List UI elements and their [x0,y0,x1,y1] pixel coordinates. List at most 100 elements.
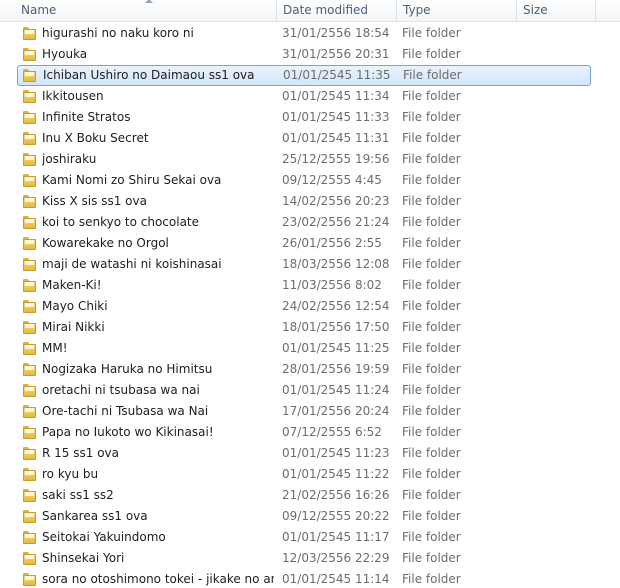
file-row[interactable]: Ichiban Ushiro no Daimaou ss1 ova 01/01/2… [17,65,591,86]
file-date-modified: 12/03/2556 22:29 [282,551,390,565]
folder-icon [23,132,37,145]
file-type: File folder [402,425,461,439]
file-row[interactable]: Inu X Boku Secret 01/01/2545 11:31 File fo… [17,128,591,149]
file-name: Ichiban Ushiro no Daimaou ss1 ova [43,68,255,82]
folder-icon [23,279,37,292]
folder-icon [23,90,37,103]
file-name: maji de watashi ni koishinasai [42,257,222,271]
file-date-modified: 01/01/2545 11:25 [282,341,390,355]
file-name: Papa no Iukoto wo Kikinasai! [42,425,214,439]
file-row[interactable]: Papa no Iukoto wo Kikinasai! 07/12/2555 6… [17,422,591,443]
file-date-modified: 31/01/2556 20:31 [282,47,390,61]
file-type: File folder [402,572,461,586]
file-type: File folder [402,383,461,397]
folder-icon [23,153,37,166]
folder-icon [23,195,37,208]
file-type: File folder [402,110,461,124]
file-type: File folder [402,131,461,145]
file-date-modified: 01/01/2545 11:35 [283,68,391,82]
file-explorer: Name Date modified Type Size higurashi n… [0,0,620,588]
file-name: Nogizaka Haruka no Himitsu [42,362,213,376]
file-name: MM! [42,341,68,355]
file-name: R 15 ss1 ova [42,446,119,460]
file-row[interactable]: Infinite Stratos 01/01/2545 11:33 File fol… [17,107,591,128]
file-name: Kami Nomi zo Shiru Sekai ova [42,173,222,187]
file-name: Seitokai Yakuindomo [42,530,166,544]
file-row[interactable]: MM! 01/01/2545 11:25 File folder [17,338,591,359]
file-date-modified: 24/02/2556 12:54 [282,299,390,313]
file-date-modified: 01/01/2545 11:31 [282,131,390,145]
file-date-modified: 14/02/2556 20:23 [282,194,390,208]
file-name: Ore-tachi ni Tsubasa wa Nai [42,404,209,418]
file-name: Sankarea ss1 ova [42,509,148,523]
file-date-modified: 28/01/2556 19:59 [282,362,390,376]
file-type: File folder [402,173,461,187]
file-name: ro kyu bu [42,467,99,481]
file-row[interactable]: Mirai Nikki 18/01/2556 17:50 File folder [17,317,591,338]
folder-icon [23,174,37,187]
file-type: File folder [402,194,461,208]
column-header-date[interactable]: Date modified [276,0,396,21]
file-name: higurashi no naku koro ni [42,26,194,40]
folder-icon [23,363,37,376]
file-date-modified: 26/01/2556 2:55 [282,236,382,250]
file-row[interactable]: higurashi no naku koro ni 31/01/2556 18:5… [17,23,591,44]
folder-icon [23,552,37,565]
file-date-modified: 31/01/2556 18:54 [282,26,390,40]
folder-icon [23,342,37,355]
column-header-bar: Name Date modified Type Size [0,0,620,22]
file-date-modified: 01/01/2545 11:24 [282,383,390,397]
file-type: File folder [402,26,461,40]
file-name: saki ss1 ss2 [42,488,114,502]
folder-icon [23,468,37,481]
file-name: Mirai Nikki [42,320,105,334]
file-row[interactable]: koi to senkyo to chocolate 23/02/2556 21:… [17,212,591,233]
folder-icon [23,510,37,523]
folder-icon [23,27,37,40]
file-date-modified: 01/01/2545 11:17 [282,530,390,544]
file-type: File folder [402,362,461,376]
column-header-name-label: Name [21,3,57,17]
file-row[interactable]: Hyouka 31/01/2556 20:31 File folder [17,44,591,65]
column-header-name[interactable]: Name [15,0,275,21]
file-row[interactable]: joshiraku 25/12/2555 19:56 File folder [17,149,591,170]
folder-icon [23,258,37,271]
file-date-modified: 21/02/2556 16:26 [282,488,390,502]
file-row[interactable]: R 15 ss1 ova 01/01/2545 11:23 File folder [17,443,591,464]
column-header-type[interactable]: Type [396,0,516,21]
file-row[interactable]: Shinsekai Yori 12/03/2556 22:29 File folde… [17,548,591,569]
file-row[interactable]: maji de watashi ni koishinasai 18/03/2556… [17,254,591,275]
file-name: oretachi ni tsubasa wa nai [42,383,200,397]
file-row[interactable]: Kami Nomi zo Shiru Sekai ova 09/12/2555 4… [17,170,591,191]
file-name: Mayo Chiki [42,299,108,313]
file-row[interactable]: Ore-tachi ni Tsubasa wa Nai 17/01/2556 20… [17,401,591,422]
file-row[interactable]: Mayo Chiki 24/02/2556 12:54 File folder [17,296,591,317]
file-name: Maken-Ki! [42,278,102,292]
file-type: File folder [402,47,461,61]
file-type: File folder [402,320,461,334]
folder-icon [23,321,37,334]
file-row[interactable]: Kowarekake no Orgol 26/01/2556 2:55 File f… [17,233,591,254]
file-row[interactable]: Ikkitousen 01/01/2545 11:34 File folder [17,86,591,107]
file-type: File folder [402,257,461,271]
file-name: sora no otoshimono tokei - jikake no ang… [42,572,274,586]
file-row[interactable]: oretachi ni tsubasa wa nai 01/01/2545 11:… [17,380,591,401]
folder-icon [23,48,37,61]
file-type: File folder [402,236,461,250]
file-row[interactable]: Seitokai Yakuindomo 01/01/2545 11:17 File … [17,527,591,548]
file-type: File folder [402,404,461,418]
file-row[interactable]: Kiss X sis ss1 ova 14/02/2556 20:23 File f… [17,191,591,212]
file-row[interactable]: sora no otoshimono tokei - jikake no ang… [17,569,591,588]
file-row[interactable]: ro kyu bu 01/01/2545 11:22 File folder [17,464,591,485]
folder-icon [23,69,37,82]
column-header-size[interactable]: Size [516,0,596,21]
file-date-modified: 18/01/2556 17:50 [282,320,390,334]
file-row[interactable]: Sankarea ss1 ova 09/12/2555 20:22 File fol… [17,506,591,527]
file-row[interactable]: saki ss1 ss2 21/02/2556 16:26 File folder [17,485,591,506]
file-type: File folder [402,488,461,502]
file-date-modified: 11/03/2556 8:02 [282,278,382,292]
folder-icon [23,216,37,229]
file-row[interactable]: Maken-Ki! 11/03/2556 8:02 File folder [17,275,591,296]
file-row[interactable]: Nogizaka Haruka no Himitsu 28/01/2556 19:… [17,359,591,380]
file-type: File folder [402,89,461,103]
